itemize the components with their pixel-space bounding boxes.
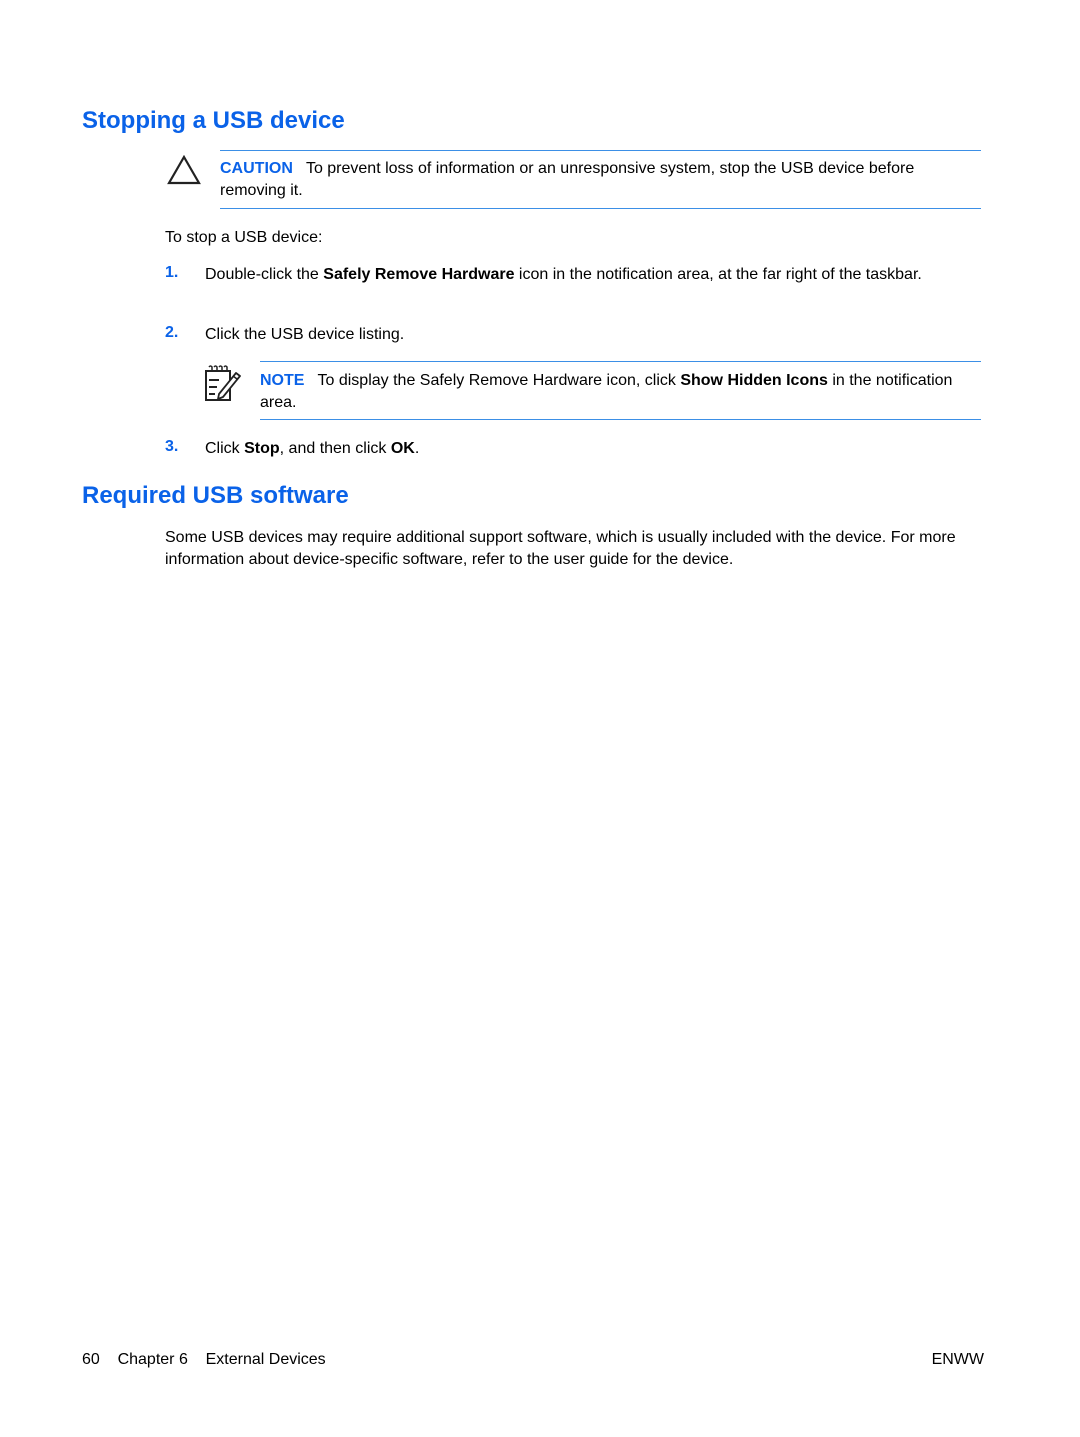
footer-locale: ENWW xyxy=(931,1351,984,1368)
step-3-mid: , and then click xyxy=(279,440,391,457)
step-3-bold-ok: OK xyxy=(390,440,415,457)
step-1-post: icon in the notification area, at the fa… xyxy=(514,266,922,283)
page-number: 60 xyxy=(82,1351,100,1368)
caution-triangle-icon xyxy=(166,154,202,185)
step-number: 3. xyxy=(165,438,179,455)
step-number: 2. xyxy=(165,324,179,341)
footer-left: 60 Chapter 6 External Devices xyxy=(82,1351,326,1369)
note-bold: Show Hidden Icons xyxy=(680,372,828,389)
step-2-text: Click the USB device listing. xyxy=(205,326,405,343)
section-heading-required-software: Required USB software xyxy=(82,482,349,509)
step-3-post: . xyxy=(414,440,420,457)
required-software-paragraph: Some USB devices may require additional … xyxy=(165,529,956,568)
steps-intro: To stop a USB device: xyxy=(165,229,323,246)
note-text: NOTE To display the Safely Remove Hardwa… xyxy=(260,370,980,414)
step-3-text: Click Stop, and then click OK. xyxy=(205,438,419,460)
note-pencil-icon xyxy=(203,364,243,404)
chapter-title: External Devices xyxy=(205,1351,326,1368)
note-bottom-rule xyxy=(260,419,981,420)
step-3-bold-stop: Stop xyxy=(244,440,280,457)
note-pre: To display the Safely Remove Hardware ic… xyxy=(317,372,681,389)
section-heading-stopping-usb: Stopping a USB device xyxy=(82,107,345,134)
chapter-number: Chapter 6 xyxy=(117,1351,188,1368)
step-1-bold: Safely Remove Hardware xyxy=(323,266,515,283)
note-top-rule xyxy=(260,361,981,362)
step-3-pre: Click xyxy=(205,440,245,457)
step-1-text: Double-click the Safely Remove Hardware … xyxy=(205,264,975,286)
caution-message: To prevent loss of information or an unr… xyxy=(220,160,915,199)
step-1-pre: Double-click the xyxy=(205,266,324,283)
note-label: NOTE xyxy=(260,372,305,389)
caution-top-rule xyxy=(220,150,981,151)
caution-bottom-rule xyxy=(220,208,981,209)
step-number: 1. xyxy=(165,264,179,281)
caution-text: CAUTION To prevent loss of information o… xyxy=(220,158,980,202)
caution-label: CAUTION xyxy=(220,160,293,177)
